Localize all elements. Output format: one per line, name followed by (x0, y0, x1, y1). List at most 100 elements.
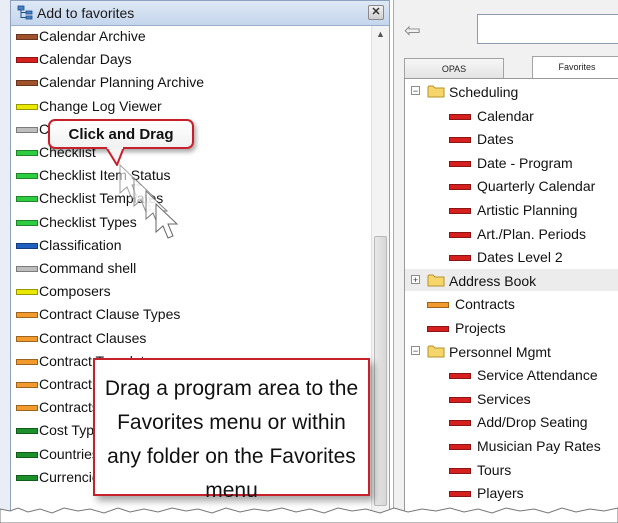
tree-folder[interactable]: − Scheduling (405, 81, 618, 102)
program-color-icon (16, 405, 38, 412)
list-item[interactable]: Calendar Planning Archive (12, 72, 370, 94)
list-item-label: Contracts (39, 399, 99, 416)
tree-item[interactable]: Projects (405, 317, 618, 338)
tree-item-label: Services (477, 390, 531, 407)
tab-favorites[interactable]: Favorites (532, 56, 618, 78)
list-item[interactable]: Classification (12, 235, 370, 257)
list-item-label: Calendar Days (39, 51, 132, 68)
panel-title: Add to favorites (37, 5, 135, 21)
tree-item-label: Musician Pay Rates (477, 438, 601, 454)
click-and-drag-callout: Click and Drag (48, 119, 194, 149)
address-field[interactable] (477, 14, 618, 44)
list-item[interactable]: Command shell (12, 258, 370, 280)
program-color-icon (16, 34, 38, 40)
program-color-icon (16, 474, 38, 481)
torn-edge (0, 507, 618, 523)
list-item[interactable]: Checklist Item Status (12, 165, 370, 187)
tree-folder-label: Address Book (449, 272, 537, 289)
instruction-text: Drag a program area to the Favorites men… (104, 377, 359, 502)
tree-item[interactable]: Services (405, 388, 618, 409)
scroll-thumb[interactable] (374, 236, 387, 506)
list-item[interactable]: Calendar Days (12, 49, 370, 71)
tree-item-label: Add/Drop Seating (477, 414, 588, 431)
tree-folder-label: Scheduling (449, 84, 519, 100)
list-item-label: Command shell (39, 260, 137, 276)
close-button[interactable]: ✕ (368, 5, 384, 20)
tree-item-label: Tours (477, 461, 512, 478)
tree-item-label: Players (477, 485, 524, 502)
screenshot-frame: Add to favorites ✕ Calendar Archive Calen… (0, 0, 618, 523)
back-arrow-icon[interactable]: ⇦ (404, 20, 428, 42)
folder-icon (427, 345, 445, 358)
tree-item-label: Calendar (477, 107, 534, 124)
scroll-up-icon[interactable]: ▲ (372, 26, 389, 43)
opas-window: ⇦ OPAS Favorites − Scheduling Calendar Date… (393, 0, 618, 515)
tree-item-label: Contracts (455, 296, 515, 313)
navigator-tabs: OPAS Favorites (404, 56, 618, 78)
tree-folder[interactable]: + Address Book (405, 270, 618, 291)
program-color-icon (449, 208, 471, 214)
tree-item-label: Date - Program (477, 154, 573, 171)
tree-item[interactable]: Players (405, 482, 618, 503)
program-color-icon (16, 103, 38, 110)
program-color-icon (427, 302, 449, 309)
callout-text: Click and Drag (68, 126, 174, 143)
program-color-icon (427, 326, 449, 332)
tree-item[interactable]: Artistic Planning (405, 199, 618, 220)
list-scrollbar[interactable]: ▲ (371, 26, 389, 514)
list-item[interactable]: Checklist Templates (12, 188, 370, 210)
tree-folder[interactable]: − Personnel Mgmt (405, 341, 618, 362)
tree-item[interactable]: Calendar (405, 105, 618, 126)
list-item-label: Composers (39, 283, 111, 300)
program-color-icon (16, 57, 38, 64)
list-item[interactable]: Calendar Archive (12, 26, 370, 48)
collapse-icon[interactable]: − (411, 86, 420, 96)
program-color-icon (16, 428, 38, 435)
tree-item[interactable]: Contracts (405, 293, 618, 314)
folder-icon (427, 274, 445, 287)
program-color-icon (16, 266, 38, 272)
program-color-icon (16, 242, 38, 249)
program-color-icon (449, 396, 471, 403)
list-item[interactable]: Contract Clause Types (12, 304, 370, 326)
list-item-label: Contract Clause Types (39, 306, 181, 323)
expand-icon[interactable]: + (411, 274, 420, 284)
tree-item[interactable]: Service Attendance (405, 364, 618, 385)
program-color-icon (16, 173, 38, 180)
tree-item[interactable]: Musician Pay Rates (405, 435, 618, 456)
panel-title-bar[interactable]: Add to favorites ✕ (11, 1, 389, 26)
program-color-icon (16, 335, 38, 342)
program-color-icon (16, 196, 38, 203)
tab-opas[interactable]: OPAS (404, 58, 504, 78)
move-cursor-icon (119, 163, 179, 239)
program-color-icon (449, 255, 471, 262)
program-color-icon (449, 444, 471, 450)
tree-item-label: Projects (455, 320, 506, 336)
tree-item[interactable]: Add/Drop Seating (405, 411, 618, 432)
tree-item[interactable]: Tours (405, 459, 618, 480)
list-item[interactable]: Change Log Viewer (12, 96, 370, 118)
list-item[interactable]: Contract Clauses (12, 328, 370, 350)
instruction-callout: Drag a program area to the Favorites men… (93, 358, 370, 502)
program-color-icon (16, 80, 38, 87)
folder-icon (427, 85, 445, 98)
tree-item[interactable]: Dates (405, 128, 618, 149)
list-item-label: Calendar Archive (39, 28, 146, 44)
tree-item[interactable]: Dates Level 2 (405, 246, 618, 267)
list-item[interactable]: Composers (12, 281, 370, 303)
tree-item[interactable]: Art./Plan. Periods (405, 223, 618, 244)
favorites-tree[interactable]: − Scheduling Calendar Dates Date - Program Qu… (404, 78, 618, 515)
tree-item[interactable]: Quarterly Calendar (405, 175, 618, 196)
tree-item-label: Artistic Planning (477, 202, 578, 218)
list-item[interactable]: Checklist Types (12, 212, 370, 234)
program-color-icon (449, 491, 471, 498)
tree-item-label: Dates (477, 131, 514, 148)
program-color-icon (16, 150, 38, 156)
collapse-icon[interactable]: − (411, 345, 420, 355)
close-icon: ✕ (371, 6, 381, 18)
tree-item[interactable]: Date - Program (405, 152, 618, 173)
list-item-label: Contract Clauses (39, 329, 147, 346)
program-color-icon (16, 382, 38, 388)
tree-item-label: Art./Plan. Periods (477, 225, 586, 242)
program-color-icon (16, 358, 38, 365)
